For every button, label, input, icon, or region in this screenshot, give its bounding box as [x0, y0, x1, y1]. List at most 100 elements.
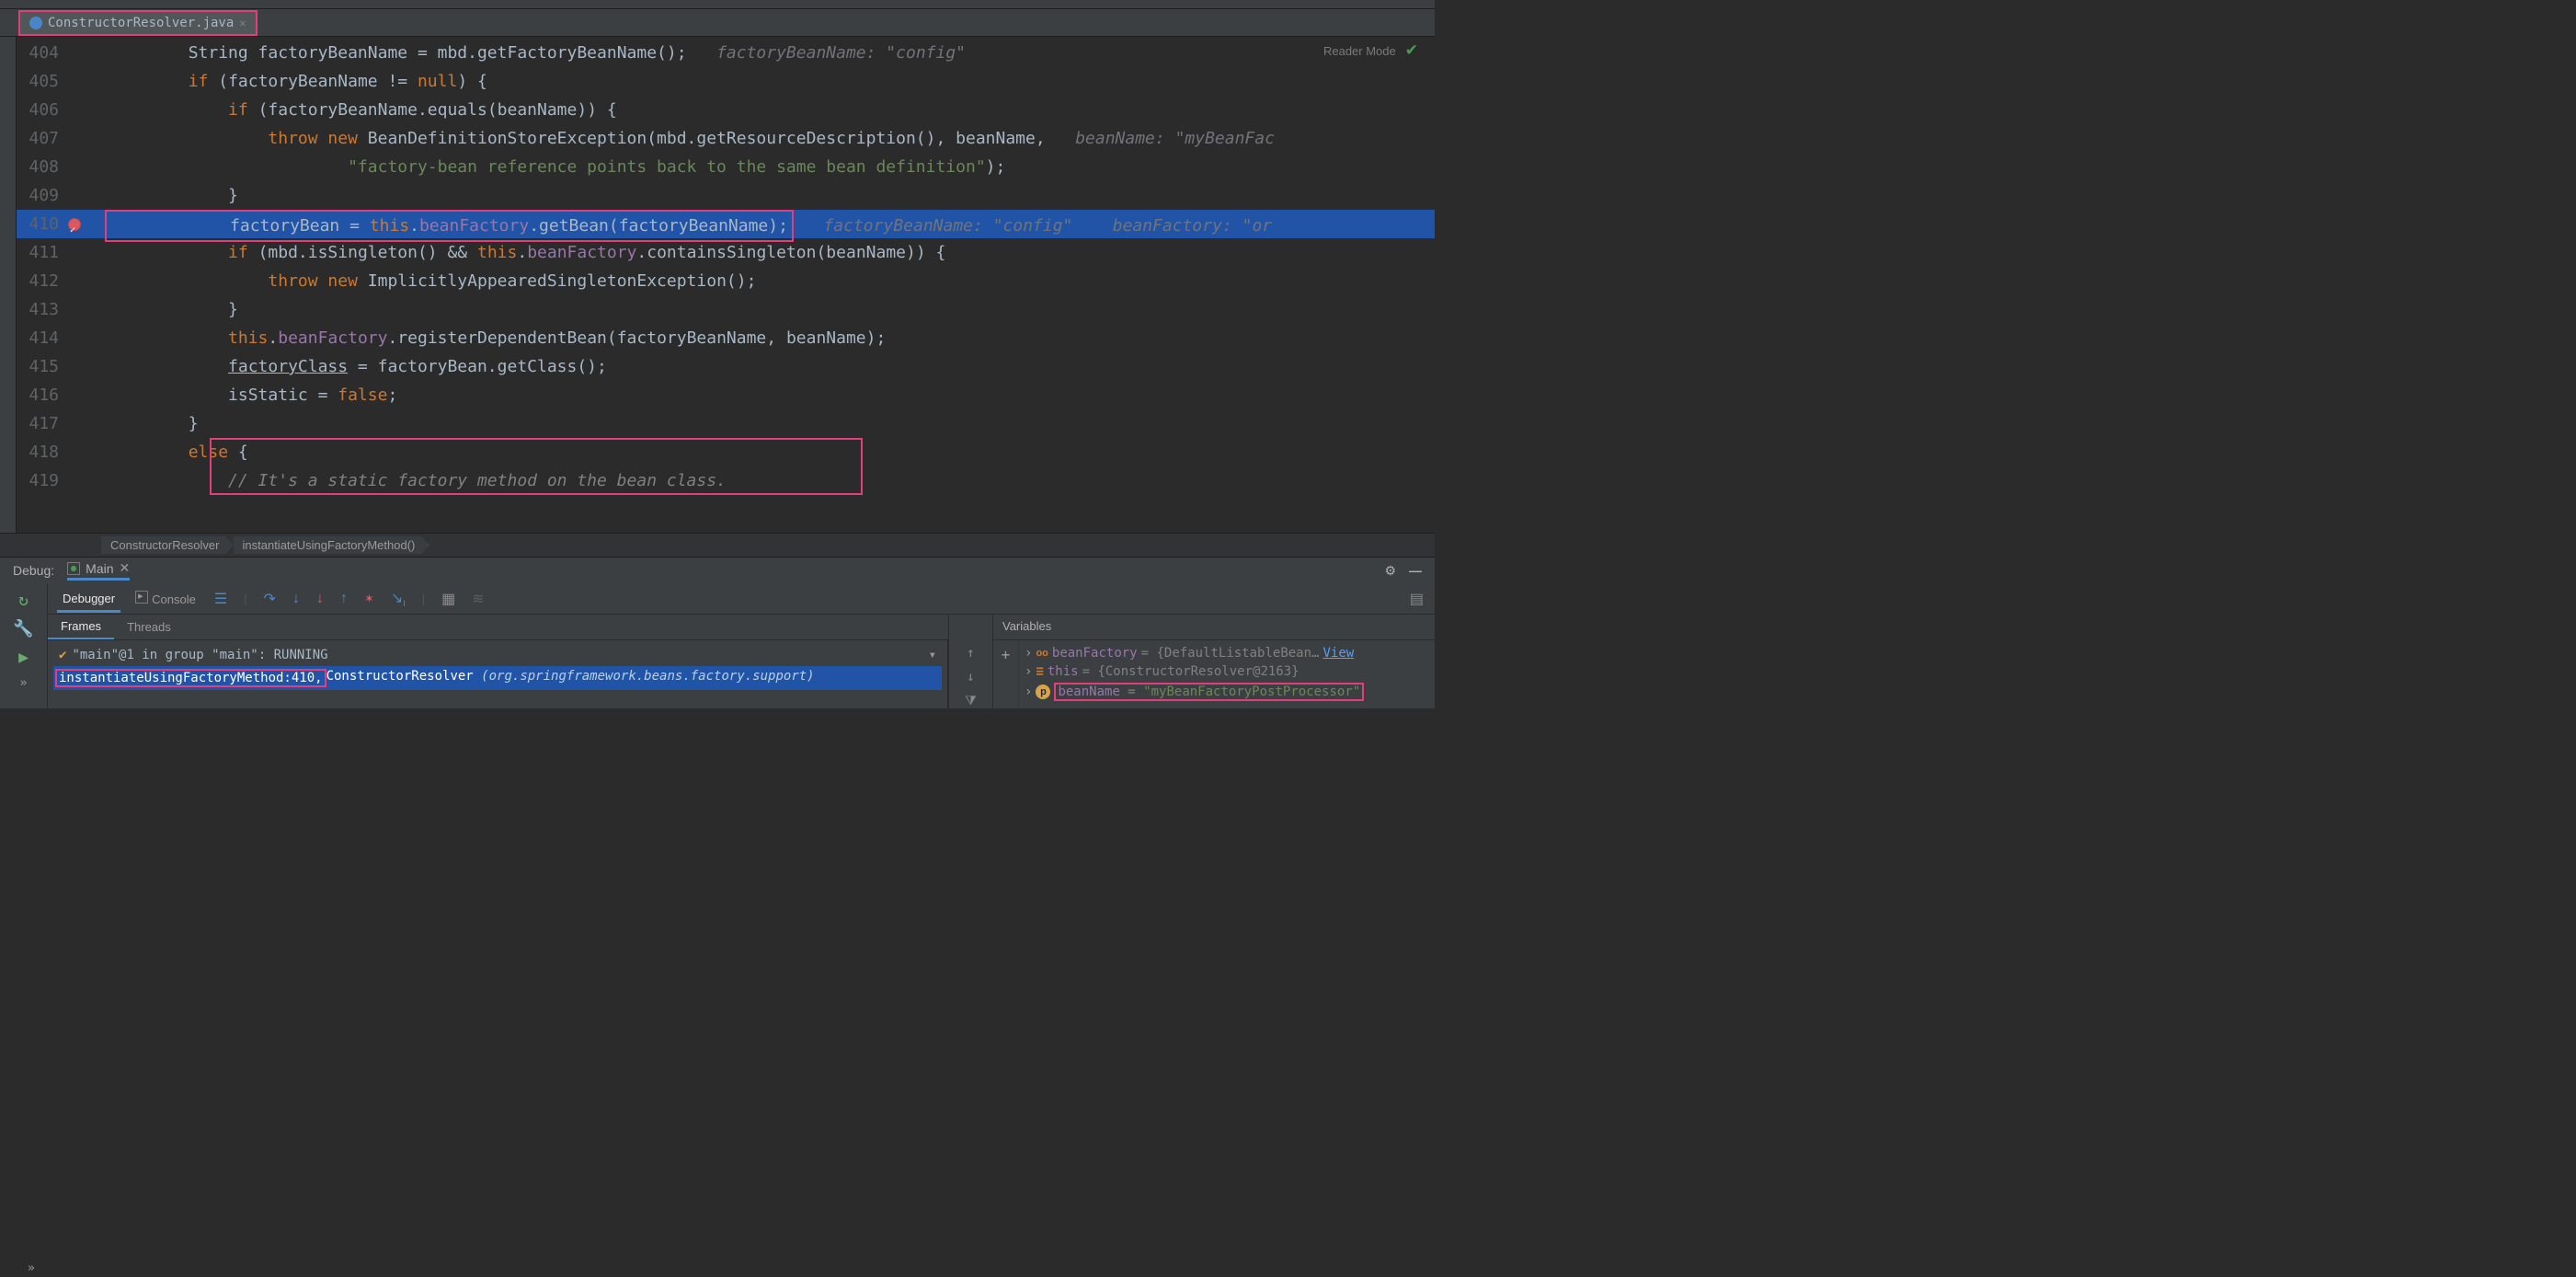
frames-nav: ↑ ↓ ⧩ — [949, 615, 993, 708]
arrow-up-icon[interactable]: ↑ — [967, 646, 974, 661]
code-content: throw new ImplicitlyAppearedSingletonExc… — [109, 267, 1435, 295]
line-number: 405 — [17, 67, 68, 96]
thread-selector-label: "main"@1 in group "main": RUNNING — [72, 648, 327, 662]
filter-icon[interactable]: ⧩ — [965, 694, 977, 708]
run-to-cursor-icon[interactable]: ↘I — [387, 589, 409, 608]
gutter[interactable] — [68, 352, 109, 381]
code-content: else { — [109, 438, 1435, 466]
run-config[interactable]: Main ✕ — [67, 560, 130, 581]
variable-row[interactable]: ›oobeanFactory = {DefaultListableBean… V… — [1023, 644, 1431, 662]
code-content: if (mbd.isSingleton() && this.beanFactor… — [109, 238, 1435, 267]
thread-selector[interactable]: ✔"main"@1 in group "main": RUNNING ▾ — [53, 644, 942, 666]
stack-frame-row[interactable]: instantiateUsingFactoryMethod:410, Const… — [53, 666, 942, 690]
gutter[interactable] — [68, 181, 109, 210]
gear-icon[interactable]: ⚙ — [1384, 563, 1396, 579]
code-line[interactable]: 407 throw new BeanDefinitionStoreExcepti… — [17, 124, 1435, 153]
code-line[interactable]: 408 "factory-bean reference points back … — [17, 153, 1435, 181]
debug-label: Debug: — [13, 563, 54, 578]
code-line[interactable]: 419 // It's a static factory method on t… — [17, 466, 1435, 495]
tab-debugger[interactable]: Debugger — [57, 585, 120, 613]
gutter[interactable] — [68, 96, 109, 124]
line-number: 411 — [17, 238, 68, 267]
frame-class: ConstructorResolver — [326, 669, 474, 687]
tab-console[interactable]: Console — [130, 584, 201, 613]
expand-icon[interactable]: » — [28, 1261, 35, 1275]
gutter[interactable] — [68, 381, 109, 409]
minimize-icon[interactable]: — — [1409, 563, 1422, 578]
reader-mode-toggle[interactable]: Reader Mode ✔ — [1323, 41, 1418, 60]
code-line[interactable]: 411 if (mbd.isSingleton() && this.beanFa… — [17, 238, 1435, 267]
breadcrumb[interactable]: ConstructorResolver instantiateUsingFact… — [0, 533, 1435, 557]
arrow-down-icon[interactable]: ↓ — [967, 670, 974, 685]
code-content: factoryBean = this.beanFactory.getBean(f… — [109, 210, 1435, 238]
variable-row[interactable]: ›pbeanName = "myBeanFactoryPostProcessor… — [1023, 681, 1431, 703]
rerun-icon[interactable]: ↻ — [18, 591, 29, 610]
trace-icon[interactable]: ≋ — [468, 590, 487, 608]
variables-panel: Variables + ›oobeanFactory = {DefaultLis… — [993, 615, 1435, 708]
crumb-class[interactable]: ConstructorResolver — [101, 536, 234, 554]
code-line[interactable]: 418 else { — [17, 438, 1435, 466]
gutter[interactable] — [68, 238, 109, 267]
close-icon[interactable]: ✕ — [120, 560, 131, 576]
layout-settings-icon[interactable]: ▤ — [1406, 590, 1427, 608]
console-icon — [135, 591, 148, 604]
java-file-icon — [29, 17, 42, 29]
code-content: factoryClass = factoryBean.getClass(); — [109, 352, 1435, 381]
resume-icon[interactable]: ▶ — [18, 648, 29, 667]
code-content: if (factoryBeanName != null) { — [109, 67, 1435, 96]
gutter[interactable] — [68, 324, 109, 352]
gutter[interactable] — [68, 67, 109, 96]
drop-frame-icon[interactable]: ✶ — [361, 592, 378, 606]
gutter[interactable] — [68, 267, 109, 295]
code-line[interactable]: 404 String factoryBeanName = mbd.getFact… — [17, 39, 1435, 67]
gutter[interactable] — [68, 409, 109, 438]
step-over-icon[interactable]: ↷ — [260, 590, 280, 608]
evaluate-icon[interactable]: ▦ — [438, 590, 459, 608]
code-line[interactable]: 410✓ factoryBean = this.beanFactory.getB… — [17, 210, 1435, 238]
gutter[interactable] — [68, 438, 109, 466]
check-icon: ✔ — [1405, 41, 1418, 60]
code-line[interactable]: 413 } — [17, 295, 1435, 324]
code-line[interactable]: 416 isStatic = false; — [17, 381, 1435, 409]
gutter[interactable] — [68, 39, 109, 67]
close-icon[interactable]: ✕ — [239, 17, 246, 29]
code-content: } — [109, 409, 1435, 438]
line-number: 408 — [17, 153, 68, 181]
more-icon[interactable]: » — [20, 676, 28, 690]
gutter[interactable] — [68, 153, 109, 181]
gutter[interactable] — [68, 295, 109, 324]
step-into-icon[interactable]: ↓ — [289, 591, 303, 607]
code-content: if (factoryBeanName.equals(beanName)) { — [109, 96, 1435, 124]
step-out-icon[interactable]: ↑ — [337, 591, 351, 607]
gutter[interactable] — [68, 466, 109, 495]
code-content: "factory-bean reference points back to t… — [109, 153, 1435, 181]
line-number: 412 — [17, 267, 68, 295]
force-step-into-icon[interactable]: ↓ — [313, 591, 327, 607]
line-number: 410 — [17, 210, 68, 238]
line-number: 404 — [17, 39, 68, 67]
left-tool-strip[interactable] — [0, 37, 17, 533]
wrench-icon[interactable]: 🔧 — [13, 619, 33, 638]
code-line[interactable]: 409 } — [17, 181, 1435, 210]
add-watch-icon[interactable]: + — [1002, 646, 1011, 663]
code-content: throw new BeanDefinitionStoreException(m… — [109, 124, 1435, 153]
code-content: } — [109, 181, 1435, 210]
variable-row[interactable]: ›≡this = {ConstructorResolver@2163} — [1023, 662, 1431, 681]
line-number: 419 — [17, 466, 68, 495]
tab-frames[interactable]: Frames — [48, 615, 114, 639]
code-line[interactable]: 415 factoryClass = factoryBean.getClass(… — [17, 352, 1435, 381]
code-line[interactable]: 412 throw new ImplicitlyAppearedSingleto… — [17, 267, 1435, 295]
crumb-method[interactable]: instantiateUsingFactoryMethod() — [234, 536, 429, 554]
gutter[interactable] — [68, 124, 109, 153]
code-editor[interactable]: Reader Mode ✔ 404 String factoryBeanName… — [17, 37, 1435, 533]
gutter[interactable]: ✓ — [68, 210, 109, 238]
code-content: String factoryBeanName = mbd.getFactoryB… — [109, 39, 1435, 67]
code-line[interactable]: 406 if (factoryBeanName.equals(beanName)… — [17, 96, 1435, 124]
layout-icon[interactable]: ☰ — [211, 590, 231, 608]
code-line[interactable]: 414 this.beanFactory.registerDependentBe… — [17, 324, 1435, 352]
code-line[interactable]: 417 } — [17, 409, 1435, 438]
code-line[interactable]: 405 if (factoryBeanName != null) { — [17, 67, 1435, 96]
tab-threads[interactable]: Threads — [114, 615, 184, 638]
param-icon: p — [1036, 685, 1050, 699]
file-tab-constructorresolver[interactable]: ConstructorResolver.java ✕ — [18, 10, 258, 36]
